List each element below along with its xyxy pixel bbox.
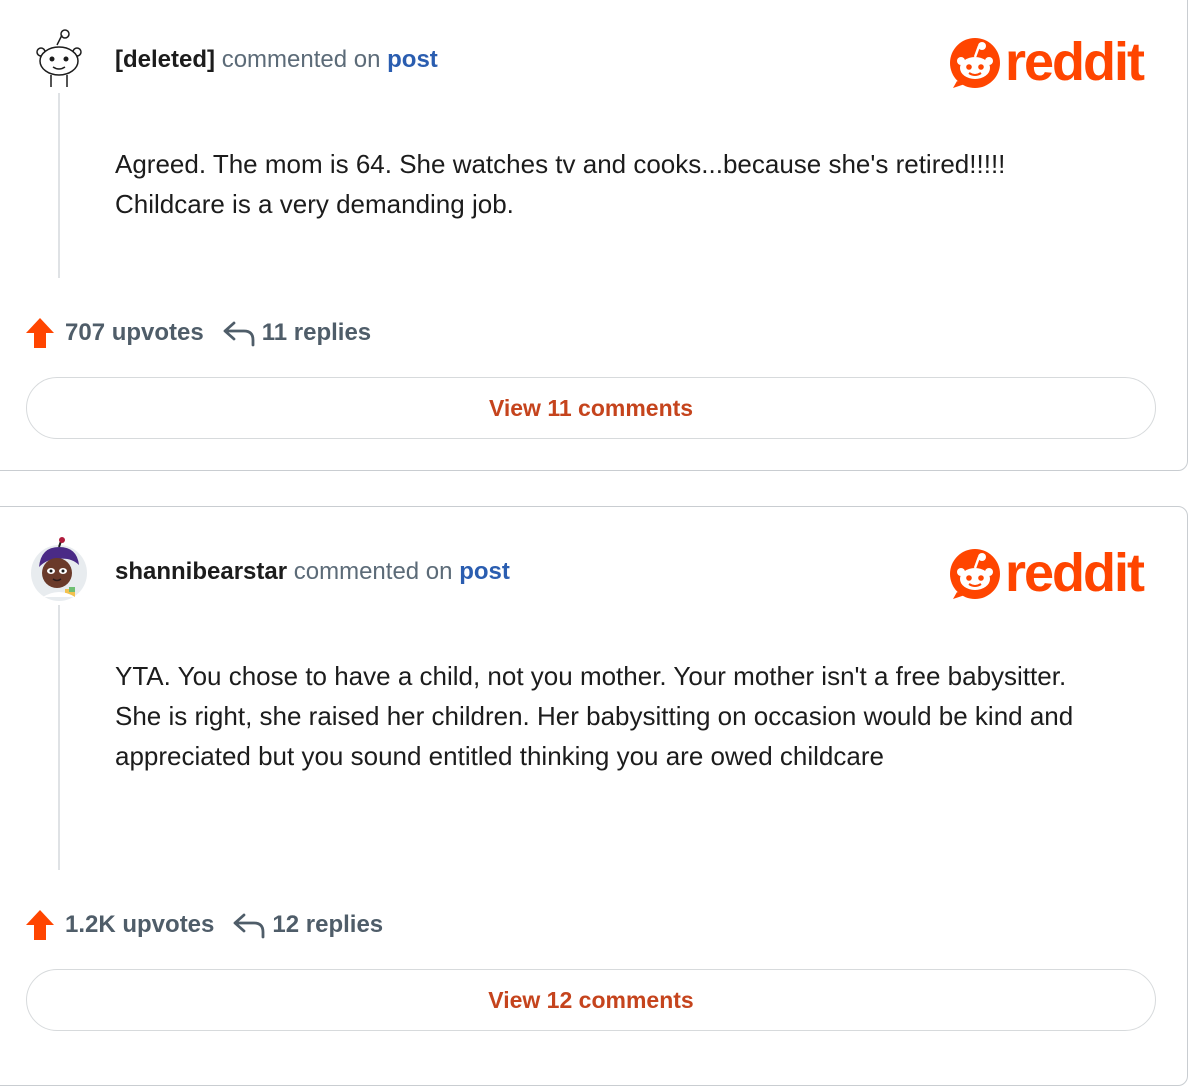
view-comments-button[interactable]: View 12 comments bbox=[26, 969, 1156, 1031]
reply-icon[interactable] bbox=[222, 319, 256, 347]
thread-line bbox=[58, 93, 60, 278]
post-link[interactable]: post bbox=[459, 558, 510, 585]
thread-line bbox=[58, 605, 60, 870]
deleted-user-avatar[interactable] bbox=[27, 25, 91, 89]
reply-icon[interactable] bbox=[232, 911, 266, 939]
comment-meta: shannibearstar commented on post bbox=[115, 557, 510, 587]
view-comments-button[interactable]: View 11 comments bbox=[26, 377, 1156, 439]
user-avatar[interactable] bbox=[27, 537, 91, 601]
commented-on-label: commented on bbox=[293, 558, 453, 585]
reddit-logo[interactable]: reddit bbox=[949, 543, 1159, 603]
comment-body: Agreed. The mom is 64. She watches tv an… bbox=[115, 149, 1006, 219]
comment-actions: 1.2K upvotes 12 replies bbox=[25, 909, 383, 941]
comment-card: shannibearstar commented on post reddit … bbox=[0, 506, 1188, 1086]
comment-card: [deleted] commented on post reddit Agree… bbox=[0, 0, 1188, 471]
upvote-icon[interactable] bbox=[25, 909, 55, 941]
reply-count[interactable]: 11 replies bbox=[262, 319, 371, 347]
post-link[interactable]: post bbox=[387, 46, 438, 73]
comment-actions: 707 upvotes 11 replies bbox=[25, 317, 371, 349]
reddit-wordmark: reddit bbox=[1005, 37, 1145, 89]
comment-author[interactable]: shannibearstar bbox=[115, 558, 287, 585]
commented-on-label: commented on bbox=[221, 46, 381, 73]
upvote-count: 707 upvotes bbox=[65, 319, 204, 346]
comment-author[interactable]: [deleted] bbox=[115, 46, 215, 73]
comment-meta: [deleted] commented on post bbox=[115, 45, 438, 75]
reply-count[interactable]: 12 replies bbox=[272, 911, 383, 939]
upvote-icon[interactable] bbox=[25, 317, 55, 349]
reddit-wordmark: reddit bbox=[1005, 548, 1145, 600]
reddit-logo[interactable]: reddit bbox=[949, 32, 1159, 92]
comment-body: YTA. You chose to have a child, not you … bbox=[115, 661, 1074, 771]
upvote-count: 1.2K upvotes bbox=[65, 911, 215, 938]
